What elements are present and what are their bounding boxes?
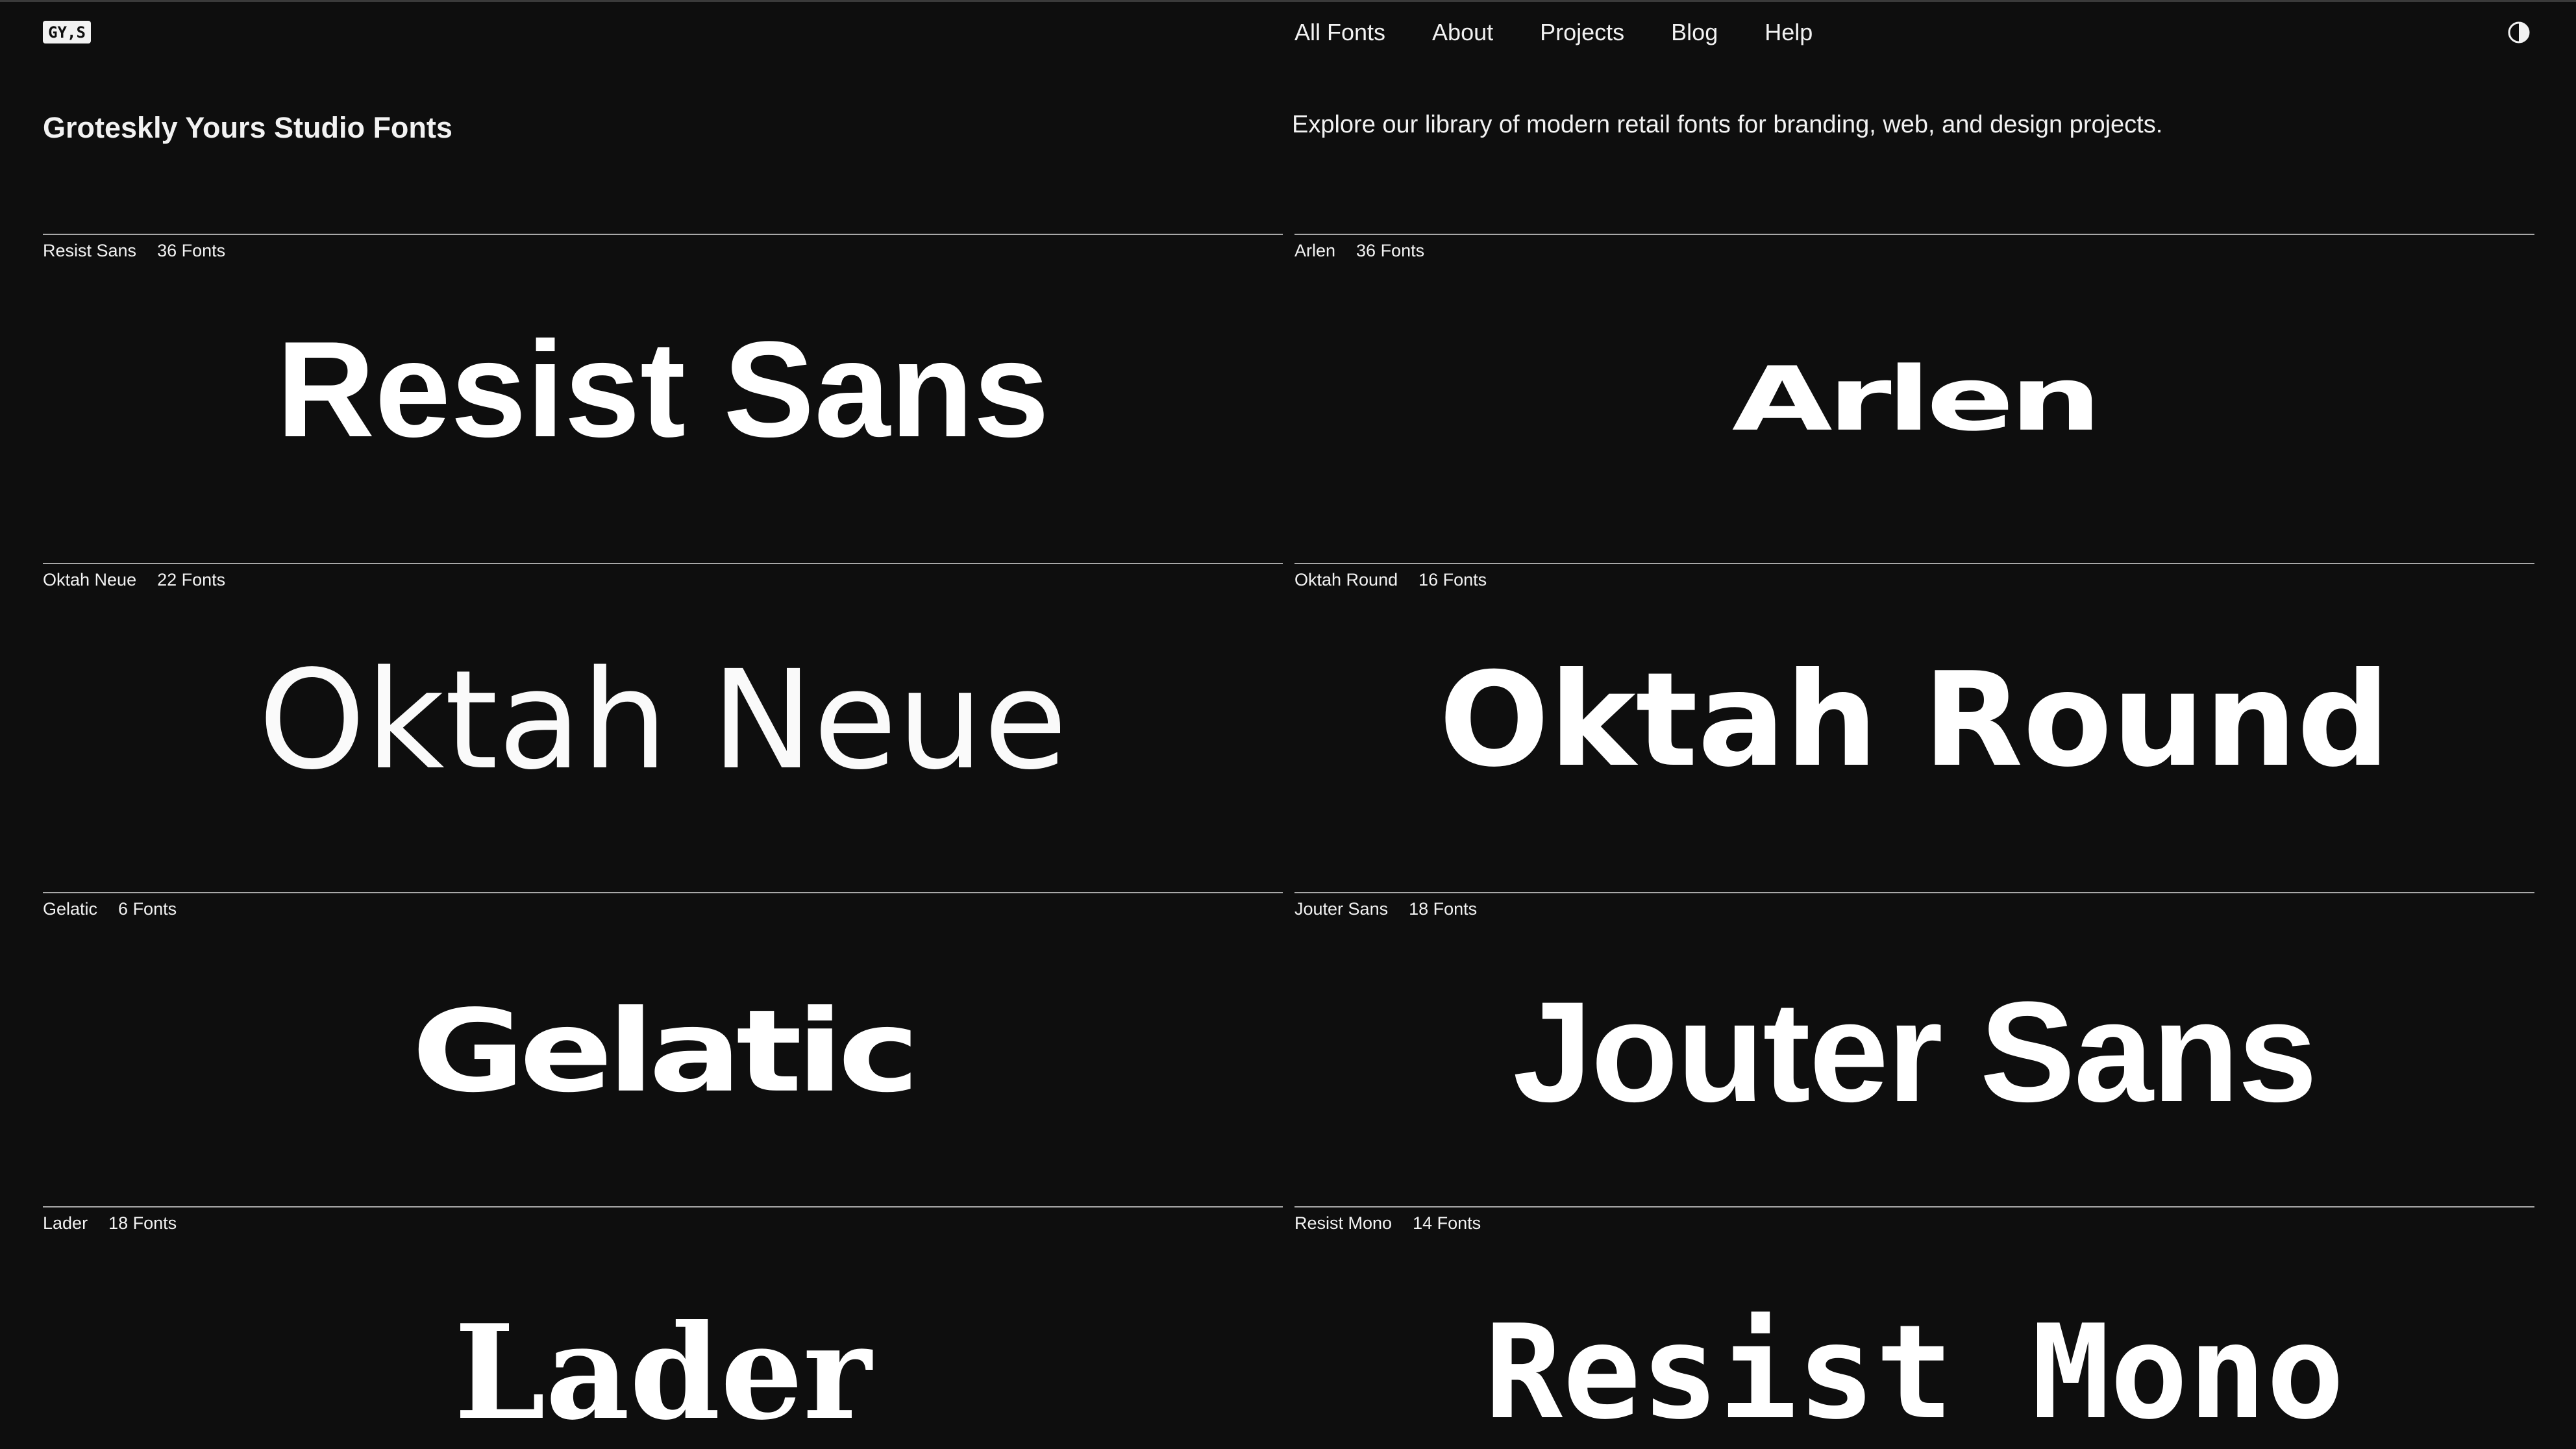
nav-blog[interactable]: Blog [1671,18,1718,47]
font-count: 18 Fonts [108,1213,177,1233]
font-specimen[interactable]: Lader [43,1302,1283,1444]
divider [43,234,1283,235]
font-count: 22 Fonts [157,570,226,589]
font-specimen[interactable]: Arlen [1139,344,2576,454]
font-count: 36 Fonts [157,241,226,260]
divider [1294,892,2534,893]
font-specimen[interactable]: Gelatic [0,985,1357,1117]
font-card-meta[interactable]: Resist Sans 36 Fonts [43,240,225,261]
font-family-name[interactable]: Arlen [1294,240,1335,261]
nav-projects[interactable]: Projects [1540,18,1624,47]
top-border [0,0,2576,2]
divider [43,1206,1283,1208]
font-count: 36 Fonts [1356,241,1425,260]
font-family-name[interactable]: Lader [43,1213,88,1233]
contrast-icon[interactable] [2507,21,2531,44]
font-family-name[interactable]: Jouter Sans [1294,898,1388,919]
font-family-name[interactable]: Gelatic [43,898,97,919]
font-specimen[interactable]: Resist Sans [43,315,1283,464]
divider [1294,1206,2534,1208]
font-specimen[interactable]: Oktah Neue [43,646,1283,795]
font-specimen[interactable]: Jouter Sans [1294,974,2534,1130]
nav-help[interactable]: Help [1765,18,1813,47]
divider [43,563,1283,564]
font-specimen[interactable]: Resist Mono [1294,1302,2534,1444]
font-card-meta[interactable]: Lader 18 Fonts [43,1213,177,1233]
divider [1294,234,2534,235]
font-card-meta[interactable]: Oktah Round 16 Fonts [1294,569,1487,590]
font-count: 14 Fonts [1413,1213,1481,1233]
intro-text: Explore our library of modern retail fon… [1292,111,2163,138]
font-family-name[interactable]: Oktah Neue [43,569,136,590]
font-count: 18 Fonts [1409,899,1478,919]
font-card-meta[interactable]: Oktah Neue 22 Fonts [43,569,225,590]
main-nav: All Fonts About Projects Blog Help [1294,18,1813,47]
font-card-meta[interactable]: Jouter Sans 18 Fonts [1294,898,1477,919]
font-card-meta[interactable]: Resist Mono 14 Fonts [1294,1213,1481,1233]
font-count: 6 Fonts [118,899,177,919]
font-family-name[interactable]: Oktah Round [1294,569,1398,590]
logo[interactable]: GY,S [43,21,91,43]
font-family-name[interactable]: Resist Mono [1294,1213,1392,1233]
divider [43,892,1283,893]
font-specimen[interactable]: Oktah Round [1294,646,2534,795]
font-count: 16 Fonts [1418,570,1487,589]
font-card-meta[interactable]: Arlen 36 Fonts [1294,240,1424,261]
divider [1294,563,2534,564]
font-card-meta[interactable]: Gelatic 6 Fonts [43,898,177,919]
site-title: Groteskly Yours Studio Fonts [43,111,452,144]
nav-all-fonts[interactable]: All Fonts [1294,18,1385,47]
font-family-name[interactable]: Resist Sans [43,240,136,261]
nav-about[interactable]: About [1432,18,1493,47]
